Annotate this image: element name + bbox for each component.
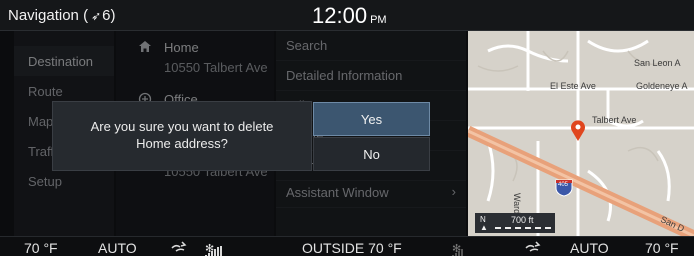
airflow-left-icon[interactable] bbox=[170, 239, 188, 256]
menu-item-detailed-information[interactable]: Detailed Information bbox=[276, 61, 466, 91]
north-arrow-icon: ▲ bbox=[480, 223, 488, 232]
menu-item-search[interactable]: Search bbox=[276, 31, 466, 61]
home-icon bbox=[138, 40, 152, 56]
favorite-address: 10550 Talbert Ave bbox=[164, 60, 268, 75]
app-title: Navigation (➶6) bbox=[8, 7, 116, 24]
dialog-message-line2: Home address? bbox=[136, 136, 228, 151]
map-label-san-leon: San Leon A bbox=[634, 58, 681, 68]
left-climate-mode[interactable]: AUTO bbox=[98, 240, 137, 256]
menu-item-label: Assistant Window bbox=[286, 185, 389, 200]
clock: 12:00 PM bbox=[312, 3, 387, 29]
fan-level-bars bbox=[452, 242, 464, 256]
scale-distance: 700 ft bbox=[511, 215, 534, 225]
navigation-arrow-icon: ➶ bbox=[91, 9, 102, 23]
favorite-item-home[interactable]: Home 10550 Talbert Ave bbox=[116, 32, 274, 90]
dialog-message-line1: Are you sure you want to delete bbox=[90, 119, 274, 134]
map-label-talbert: Talbert Ave bbox=[592, 115, 637, 125]
favorite-name: Home bbox=[164, 40, 199, 55]
clock-time: 12:00 bbox=[312, 3, 368, 28]
chevron-right-icon: › bbox=[451, 184, 456, 199]
map-scale: N ▲ 700 ft bbox=[475, 213, 555, 233]
map-view[interactable]: San Leon A El Este Ave Goldeneye A Talbe… bbox=[468, 31, 694, 236]
left-menu-destination[interactable]: Destination bbox=[14, 46, 114, 76]
no-button[interactable]: No bbox=[313, 137, 430, 171]
yes-button[interactable]: Yes bbox=[313, 102, 430, 136]
fan-level-bars bbox=[205, 242, 223, 256]
title-text: Navigation bbox=[8, 7, 79, 24]
map-label-goldeneye: Goldeneye A bbox=[636, 81, 688, 91]
airflow-right-icon[interactable] bbox=[524, 239, 542, 256]
right-climate-mode[interactable]: AUTO bbox=[570, 240, 609, 256]
scale-bar bbox=[495, 227, 551, 229]
climate-bar: 70 °F AUTO ✻ OUTSIDE 70 °F ✻ AUTO 70 °F bbox=[0, 236, 694, 256]
outside-temperature: OUTSIDE 70 °F bbox=[302, 240, 402, 256]
screen: Navigation (➶6) 12:00 PM Destination Rout… bbox=[0, 0, 694, 256]
clock-ampm: PM bbox=[370, 14, 387, 26]
status-bar: Navigation (➶6) 12:00 PM bbox=[0, 0, 694, 31]
menu-item-assistant-window[interactable]: Assistant Window › bbox=[276, 178, 466, 208]
map-label-el-este: El Este Ave bbox=[550, 81, 596, 91]
right-temperature[interactable]: 70 °F bbox=[645, 240, 679, 256]
highway-shield-number: 405 bbox=[558, 182, 569, 188]
left-temperature[interactable]: 70 °F bbox=[24, 240, 58, 256]
dialog-message: Are you sure you want to delete Home add… bbox=[52, 118, 312, 152]
